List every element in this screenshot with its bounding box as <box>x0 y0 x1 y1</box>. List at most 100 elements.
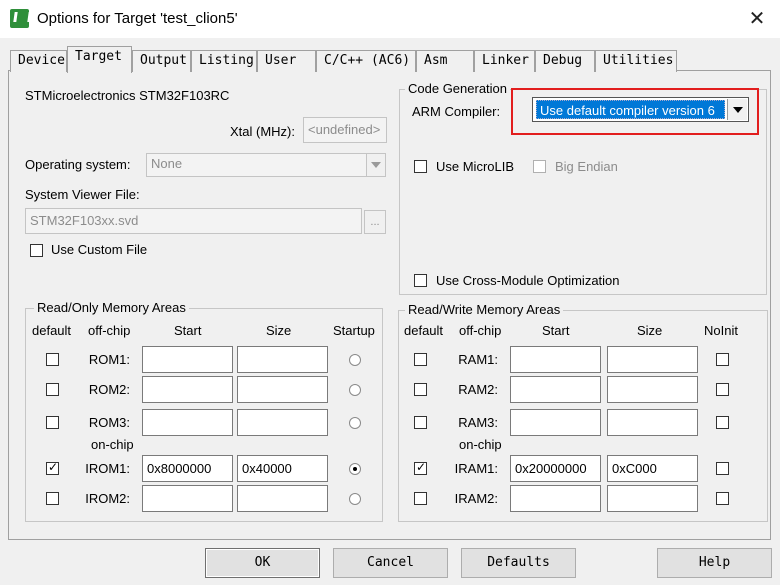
rw-size-field[interactable] <box>607 346 698 373</box>
keil-app-icon <box>10 9 29 28</box>
rw-start-field[interactable]: 0x20000000 <box>510 455 601 482</box>
ro-start-field[interactable] <box>142 485 233 512</box>
ro-startup-radio[interactable] <box>349 417 361 429</box>
cancel-button[interactable]: Cancel <box>333 548 448 578</box>
rw-size-field[interactable] <box>607 409 698 436</box>
rw-memory-title: Read/Write Memory Areas <box>405 302 564 317</box>
ro-header-offchip: off-chip <box>88 323 131 338</box>
chevron-down-icon <box>371 162 381 168</box>
use-microlib-checkbox[interactable] <box>414 160 427 173</box>
rw-default-checkbox[interactable] <box>414 353 427 366</box>
ro-start-field[interactable] <box>142 409 233 436</box>
rw-start-field[interactable] <box>510 376 601 403</box>
tab-c-cpp[interactable]: C/C++ (AC6) <box>316 50 416 72</box>
help-button[interactable]: Help <box>657 548 772 578</box>
ro-default-checkbox[interactable] <box>46 353 59 366</box>
ro-startup-radio[interactable] <box>349 384 361 396</box>
ro-size-field[interactable] <box>237 346 328 373</box>
rw-row-label: RAM1: <box>458 352 498 367</box>
ro-default-checkbox[interactable] <box>46 383 59 396</box>
chevron-down-icon <box>733 107 743 113</box>
ro-size-field[interactable] <box>237 376 328 403</box>
cross-module-optimization-label: Use Cross-Module Optimization <box>436 273 620 288</box>
ro-header-default: default <box>32 323 72 338</box>
rw-header-size: Size <box>637 323 663 338</box>
os-value: None <box>151 156 183 171</box>
ro-start-field[interactable]: 0x8000000 <box>142 455 233 482</box>
rw-header-noinit: NoInit <box>704 323 738 338</box>
rw-size-field[interactable] <box>607 376 698 403</box>
rw-noinit-checkbox[interactable] <box>716 492 729 505</box>
rw-row-label: IRAM2: <box>454 491 498 506</box>
rw-size-field[interactable] <box>607 485 698 512</box>
ro-row-label: ROM3: <box>88 415 130 430</box>
defaults-button[interactable]: Defaults <box>461 548 576 578</box>
tab-listing[interactable]: Listing <box>191 50 257 72</box>
tab-asm[interactable]: Asm <box>416 50 474 72</box>
rw-default-checkbox[interactable] <box>414 416 427 429</box>
svd-field[interactable]: STM32F103xx.svd <box>25 208 362 234</box>
ro-size-field[interactable] <box>237 409 328 436</box>
rw-default-checkbox[interactable] <box>414 492 427 505</box>
ro-start-field[interactable] <box>142 376 233 403</box>
svd-browse-button[interactable]: ... <box>364 210 386 234</box>
rw-noinit-checkbox[interactable] <box>716 416 729 429</box>
ro-default-checkbox[interactable] <box>46 460 59 475</box>
ro-start-field[interactable] <box>142 346 233 373</box>
code-generation-title: Code Generation <box>405 81 511 96</box>
window-title: Options for Target 'test_clion5' <box>37 10 238 27</box>
arm-compiler-select[interactable]: Use default compiler version 6 <box>532 97 749 122</box>
rw-size-field[interactable]: 0xC000 <box>607 455 698 482</box>
ro-header-size: Size <box>266 323 292 338</box>
xtal-field[interactable]: <undefined> <box>303 117 387 143</box>
use-microlib-label: Use MicroLIB <box>436 159 515 174</box>
rw-noinit-checkbox[interactable] <box>716 383 729 396</box>
ro-startup-radio[interactable] <box>349 463 361 475</box>
ro-memory-title: Read/Only Memory Areas <box>34 300 189 315</box>
tab-device[interactable]: Device <box>10 50 67 72</box>
rw-row-label: RAM2: <box>458 382 498 397</box>
rw-row-label: IRAM1: <box>454 461 498 476</box>
device-name: STMicroelectronics STM32F103RC <box>25 88 230 103</box>
svd-label: System Viewer File: <box>25 187 140 202</box>
rw-noinit-checkbox[interactable] <box>716 462 729 475</box>
close-icon[interactable]: ✕ <box>742 6 772 32</box>
cross-module-optimization-checkbox[interactable] <box>414 274 427 287</box>
rw-noinit-checkbox[interactable] <box>716 353 729 366</box>
rw-start-field[interactable] <box>510 485 601 512</box>
use-custom-file-label: Use Custom File <box>51 242 148 257</box>
arm-compiler-dropdown-button[interactable] <box>727 99 747 120</box>
os-select[interactable]: None <box>146 153 386 177</box>
ro-size-field[interactable] <box>237 485 328 512</box>
ro-onchip-label: on-chip <box>91 437 134 452</box>
rw-onchip-label: on-chip <box>459 437 502 452</box>
os-dropdown-button[interactable] <box>366 154 385 176</box>
tab-linker[interactable]: Linker <box>474 50 535 72</box>
os-label: Operating system: <box>25 157 131 172</box>
rw-header-offchip: off-chip <box>459 323 502 338</box>
arm-compiler-label: ARM Compiler: <box>412 104 501 119</box>
title-bar: Options for Target 'test_clion5' ✕ <box>0 0 780 38</box>
ro-row-label: IROM1: <box>85 461 130 476</box>
tab-debug[interactable]: Debug <box>535 50 595 72</box>
ro-startup-radio[interactable] <box>349 493 361 505</box>
tab-user[interactable]: User <box>257 50 316 72</box>
ro-default-checkbox[interactable] <box>46 492 59 505</box>
ro-default-checkbox[interactable] <box>46 416 59 429</box>
rw-default-checkbox[interactable] <box>414 460 427 475</box>
rw-header-start: Start <box>542 323 570 338</box>
tab-output[interactable]: Output <box>132 50 191 72</box>
tab-target[interactable]: Target <box>67 46 132 73</box>
ro-header-start: Start <box>174 323 202 338</box>
use-custom-file-checkbox[interactable] <box>30 244 43 257</box>
big-endian-checkbox[interactable] <box>533 160 546 173</box>
rw-default-checkbox[interactable] <box>414 383 427 396</box>
rw-start-field[interactable] <box>510 409 601 436</box>
ro-startup-radio[interactable] <box>349 354 361 366</box>
rw-start-field[interactable] <box>510 346 601 373</box>
tab-utilities[interactable]: Utilities <box>595 50 677 72</box>
big-endian-label: Big Endian <box>555 159 618 174</box>
ok-button[interactable]: OK <box>205 548 320 578</box>
ro-size-field[interactable]: 0x40000 <box>237 455 328 482</box>
arm-compiler-value: Use default compiler version 6 <box>536 100 725 119</box>
